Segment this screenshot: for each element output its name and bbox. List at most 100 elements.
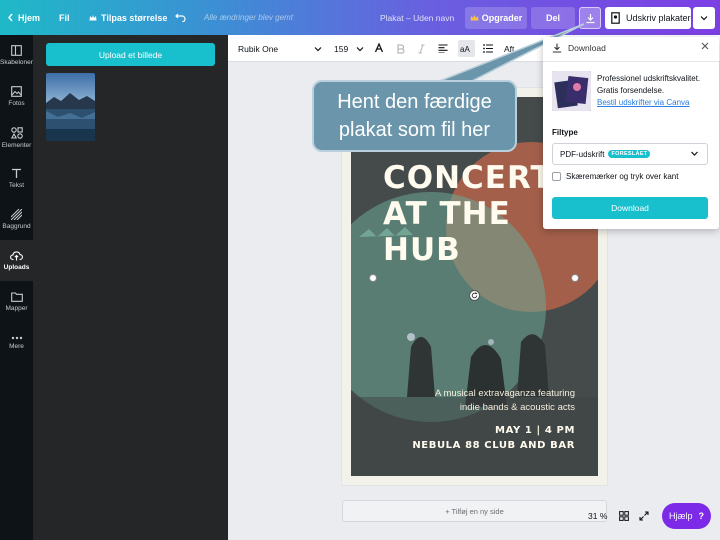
- help-icon: ?: [698, 511, 705, 521]
- list-icon: [483, 44, 493, 53]
- font-family-select[interactable]: Rubik One: [238, 35, 322, 62]
- home-button[interactable]: Hjem: [7, 0, 40, 35]
- chevron-down-icon: [314, 46, 322, 51]
- zoom-controls: 31 %: [588, 506, 649, 526]
- rail-item-elements[interactable]: Elementer: [0, 117, 33, 158]
- poster-headline[interactable]: CONCERT AT THE HUB: [383, 160, 553, 268]
- file-menu[interactable]: Fil: [59, 0, 70, 35]
- bold-button[interactable]: [397, 35, 405, 62]
- description-line: A musical extravaganza featuring: [435, 388, 575, 399]
- rail-item-uploads[interactable]: Uploads: [0, 240, 33, 281]
- list-button[interactable]: [483, 35, 493, 62]
- crop-marks-label: Skæremærker og tryk over kant: [566, 172, 679, 181]
- download-dropdown-header: Download: [552, 41, 606, 55]
- zoom-level[interactable]: 31 %: [588, 511, 607, 521]
- download-dropdown: Download Professionel udskriftskvalitet.…: [543, 37, 719, 229]
- poster-date-venue[interactable]: MAY 1 | 4 PM NEBULA 88 CLUB AND BAR: [412, 423, 575, 453]
- selection-handle-left[interactable]: [370, 275, 376, 281]
- crown-icon: [470, 15, 479, 21]
- elements-icon: [10, 126, 23, 139]
- print-posters-button[interactable]: Udskriv plakater: [605, 7, 691, 29]
- rail-label: Fotos: [8, 100, 25, 107]
- rail-item-more[interactable]: Mere: [0, 322, 33, 363]
- headline-line: AT THE: [383, 196, 511, 232]
- promo-text: Professionel udskriftskvalitet.: [597, 74, 701, 83]
- upload-icon: [10, 251, 23, 261]
- rail-label: Uploads: [3, 264, 30, 271]
- crop-marks-checkbox[interactable]: Skæremærker og tryk over kant: [552, 172, 678, 181]
- fullscreen-icon[interactable]: [639, 511, 649, 521]
- rail-label: Skabeloner: [0, 59, 33, 66]
- save-status: Alle ændringer blev gemt: [204, 13, 293, 22]
- rail-item-folders[interactable]: Mapper: [0, 281, 33, 322]
- download-submit-button[interactable]: Download: [552, 197, 708, 219]
- rail-label: Tekst: [8, 182, 25, 189]
- resize-label: Tilpas størrelse: [101, 12, 168, 23]
- download-dropdown-title: Download: [568, 43, 606, 53]
- spacing-button[interactable]: Aft: [504, 35, 514, 62]
- suggested-badge: FORESLÅET: [608, 150, 651, 158]
- share-label: Del: [545, 13, 560, 23]
- rail-item-photos[interactable]: Fotos: [0, 76, 33, 117]
- callout-text: Hent den færdige plakat som fil her: [337, 91, 492, 141]
- letter-case-icon: aA: [460, 45, 470, 53]
- poster-description[interactable]: A musical extravaganza featuring indie b…: [435, 387, 575, 415]
- headline-line: HUB: [383, 232, 461, 268]
- checkbox-box[interactable]: [552, 172, 561, 181]
- text-color-button[interactable]: [374, 35, 384, 62]
- rail-item-background[interactable]: Baggrund: [0, 199, 33, 240]
- letter-case-button[interactable]: aA: [458, 40, 475, 57]
- uploaded-image-thumbnail[interactable]: [46, 73, 95, 141]
- chevron-down-icon: [691, 151, 698, 156]
- crown-icon: [89, 14, 97, 20]
- rotate-handle[interactable]: [469, 290, 480, 301]
- description-line: indie bands & acoustic acts: [459, 402, 575, 413]
- folder-icon: [10, 291, 23, 302]
- bold-icon: [397, 43, 405, 54]
- resize-button[interactable]: Tilpas størrelse: [89, 0, 167, 35]
- rail-item-templates[interactable]: Skabeloner: [0, 35, 33, 76]
- more-options-button[interactable]: [693, 7, 715, 29]
- photos-icon: [11, 86, 22, 97]
- promo-text: Gratis forsendelse.: [597, 86, 665, 95]
- more-icon: [11, 336, 22, 339]
- add-page-button[interactable]: + Tilføj en ny side: [342, 500, 607, 522]
- top-bar: Hjem Fil Tilpas størrelse Alle ændringer…: [0, 0, 720, 35]
- background-icon: [11, 209, 22, 220]
- order-prints-link[interactable]: Bestil udskrifter via Canva: [597, 97, 713, 109]
- font-size-value: 159: [334, 43, 349, 54]
- download-icon: [586, 13, 594, 23]
- italic-button[interactable]: [418, 35, 425, 62]
- grid-view-icon[interactable]: [619, 511, 630, 521]
- close-icon[interactable]: [701, 42, 709, 53]
- rail-item-text[interactable]: Tekst: [0, 158, 33, 199]
- file-label: Fil: [59, 12, 70, 23]
- rail-label: Mapper: [5, 304, 28, 312]
- rail-label: Mere: [9, 342, 24, 350]
- undo-button[interactable]: [175, 0, 190, 35]
- print-posters-label: Udskriv plakater: [626, 13, 691, 23]
- selection-handle-right[interactable]: [572, 275, 578, 281]
- left-rail: Skabeloner Fotos Elementer Tekst Baggrun…: [0, 35, 33, 540]
- document-title[interactable]: Plakat – Uden navn: [380, 0, 454, 35]
- poster-date: MAY 1 | 4 PM: [495, 425, 575, 436]
- landscape-photo: [46, 73, 95, 141]
- font-size-select[interactable]: 159: [334, 35, 364, 62]
- download-button[interactable]: [579, 7, 601, 29]
- chevron-down-icon: [700, 16, 708, 21]
- help-button[interactable]: Hjælp ?: [662, 503, 711, 529]
- upgrade-button[interactable]: Opgrader: [465, 7, 527, 29]
- home-label: Hjem: [18, 12, 41, 23]
- italic-icon: [418, 43, 425, 54]
- share-button[interactable]: Del: [531, 7, 575, 29]
- filetype-value: PDF-udskrift: [560, 149, 605, 159]
- upload-image-button[interactable]: Upload et billede: [46, 43, 215, 66]
- filetype-label: Filtype: [552, 128, 578, 137]
- divider: [543, 61, 719, 62]
- svg-text:aA: aA: [460, 45, 470, 53]
- filetype-select[interactable]: PDF-udskrift FORESLÅET: [552, 143, 708, 165]
- undo-icon: [175, 13, 186, 22]
- print-product-icon: [611, 12, 620, 24]
- align-button[interactable]: [438, 35, 448, 62]
- text-icon: [12, 168, 21, 178]
